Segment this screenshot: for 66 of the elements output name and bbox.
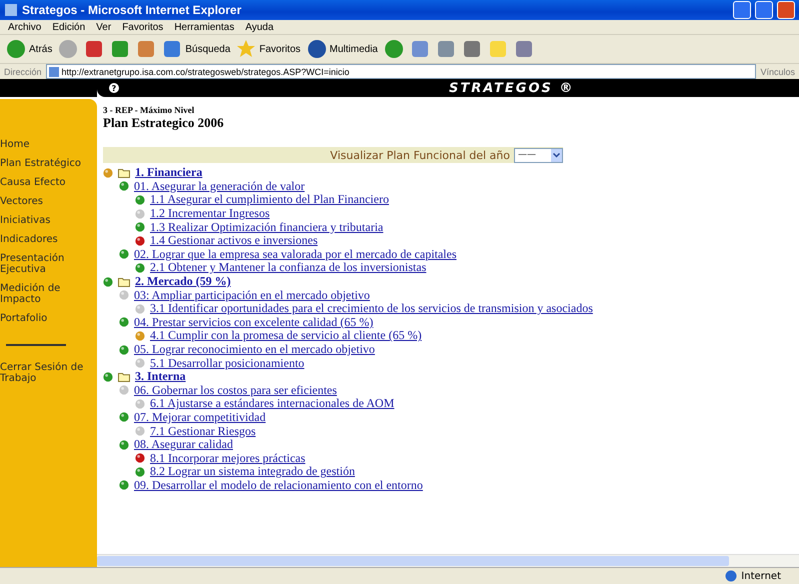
tree-link[interactable]: 1.3 Realizar Optimización financiera y tributaria — [150, 220, 384, 235]
zone-label: Internet — [741, 570, 781, 582]
menu-item[interactable]: Herramientas — [174, 22, 234, 32]
logout-link[interactable]: Cerrar Sesión de Trabajo — [0, 362, 86, 384]
tree-link[interactable]: 09. Desarrollar el modelo de relacionamiento con el entorno — [134, 478, 423, 493]
tree-link[interactable]: 3.1 Identificar oportunidades para el crecimiento de los servicios de transmision y asociados — [150, 301, 593, 316]
globe-icon — [725, 570, 738, 582]
tree-link[interactable]: 04. Prestar servicios con excelente calidad (65 %) — [134, 314, 374, 330]
toolbar-button[interactable]: Búsqueda — [162, 39, 230, 59]
tree-link[interactable]: 1.2 Incrementar Ingresos — [150, 206, 270, 222]
menu-item[interactable]: Favoritos — [122, 22, 164, 32]
close-button[interactable] — [777, 1, 795, 19]
year-select[interactable]: —— — [514, 148, 563, 162]
links-label[interactable]: Vínculos — [760, 66, 795, 76]
address-label: Dirección — [4, 66, 42, 76]
logo: STRATEGOS ® — [449, 80, 574, 96]
tree-link[interactable]: 05. Lograr reconocimiento en el mercado objetivo — [134, 342, 375, 358]
tree-link[interactable]: 03: Ampliar participación en el mercado objetivo — [134, 288, 370, 303]
tree-link[interactable]: 3. Interna — [135, 369, 186, 384]
tree-link[interactable]: 5.1 Desarrollar posicionamiento — [150, 356, 304, 371]
sidebar-link[interactable]: Portafolio — [0, 313, 86, 324]
tree-link[interactable]: 8.2 Lograr un sistema integrado de gestión — [150, 464, 355, 480]
toolbar-button[interactable]: Favoritos — [236, 39, 301, 59]
help-icon[interactable]: ? — [109, 83, 119, 93]
sidebar-link[interactable]: Medición de Impacto — [0, 283, 86, 305]
menu-item[interactable]: Edición — [52, 22, 86, 32]
maximize-button[interactable] — [755, 1, 773, 19]
tree-link[interactable]: 4.1 Cumplir con la promesa de servicio al cliente (65 %) — [150, 328, 422, 344]
favorites-icon — [236, 39, 256, 59]
tree-link[interactable]: 1.4 Gestionar activos e inversiones — [150, 233, 318, 248]
filter-label: Visualizar Plan Funcional del año — [330, 148, 510, 162]
tree-link[interactable]: 2.1 Obtener y Mantener la confianza de los inversionistas — [150, 260, 426, 276]
back-icon — [6, 39, 26, 59]
sidebar-link[interactable]: Plan Estratégico — [0, 158, 86, 169]
caret-icon — [553, 152, 560, 158]
tree-link[interactable]: 06. Gobernar los costos para ser eficientes — [134, 382, 337, 398]
sidebar-link[interactable]: Causa Efecto — [0, 177, 86, 188]
window-title: Strategos - Microsoft Internet Explorer — [22, 3, 242, 17]
toolbar-button[interactable]: Multimedia — [306, 39, 378, 59]
tree-link[interactable]: 1.1 Asegurar el cumplimiento del Plan Financiero — [150, 192, 389, 208]
sidebar-link[interactable]: Vectores — [0, 196, 86, 207]
sidebar-link[interactable]: Iniciativas — [0, 215, 86, 226]
page-subtitle: 3 - REP - Máximo Nivel — [103, 105, 196, 115]
sidebar-link[interactable]: Indicadores — [0, 234, 86, 245]
tree-link[interactable]: 01. Asegurar la generación de valor — [134, 178, 305, 194]
tree-link[interactable]: 07. Mejorar competitividad — [134, 410, 266, 425]
address-field[interactable]: http://extranetgrupo.isa.com.co/strategosweb/strategos.ASP?WCI=inicio — [46, 64, 756, 79]
menu-item[interactable]: Ayuda — [245, 22, 274, 32]
sidebar-link[interactable]: Home — [0, 139, 86, 150]
tree-link[interactable]: 7.1 Gestionar Riesgos — [150, 424, 256, 439]
sidebar-link[interactable]: Presentación Ejecutiva — [0, 253, 86, 275]
tree-link[interactable]: 08. Asegurar calidad — [134, 437, 233, 452]
tree-link[interactable]: 02. Lograr que la empresa sea valorada por el mercado de capitales — [134, 246, 457, 262]
tree-link[interactable]: 1. Financiera — [135, 165, 202, 180]
horizontal-scrollbar[interactable] — [97, 554, 799, 567]
tree-link[interactable]: 8.1 Incorporar mejores prácticas — [150, 450, 306, 466]
menu-item[interactable]: Archivo — [8, 22, 42, 32]
page-title: Plan Estrategico 2006 — [103, 115, 225, 131]
folder-icon — [118, 372, 130, 382]
toolbar-button[interactable]: Atrás — [6, 39, 52, 59]
folder-icon — [118, 168, 130, 178]
tree-link[interactable]: 6.1 Ajustarse a estándares internacionales de AOM — [150, 396, 394, 412]
tree-link[interactable]: 2. Mercado (59 %) — [135, 274, 231, 290]
menu-item[interactable]: Ver — [96, 22, 112, 32]
folder-icon — [118, 276, 130, 287]
minimize-button[interactable] — [733, 1, 751, 19]
